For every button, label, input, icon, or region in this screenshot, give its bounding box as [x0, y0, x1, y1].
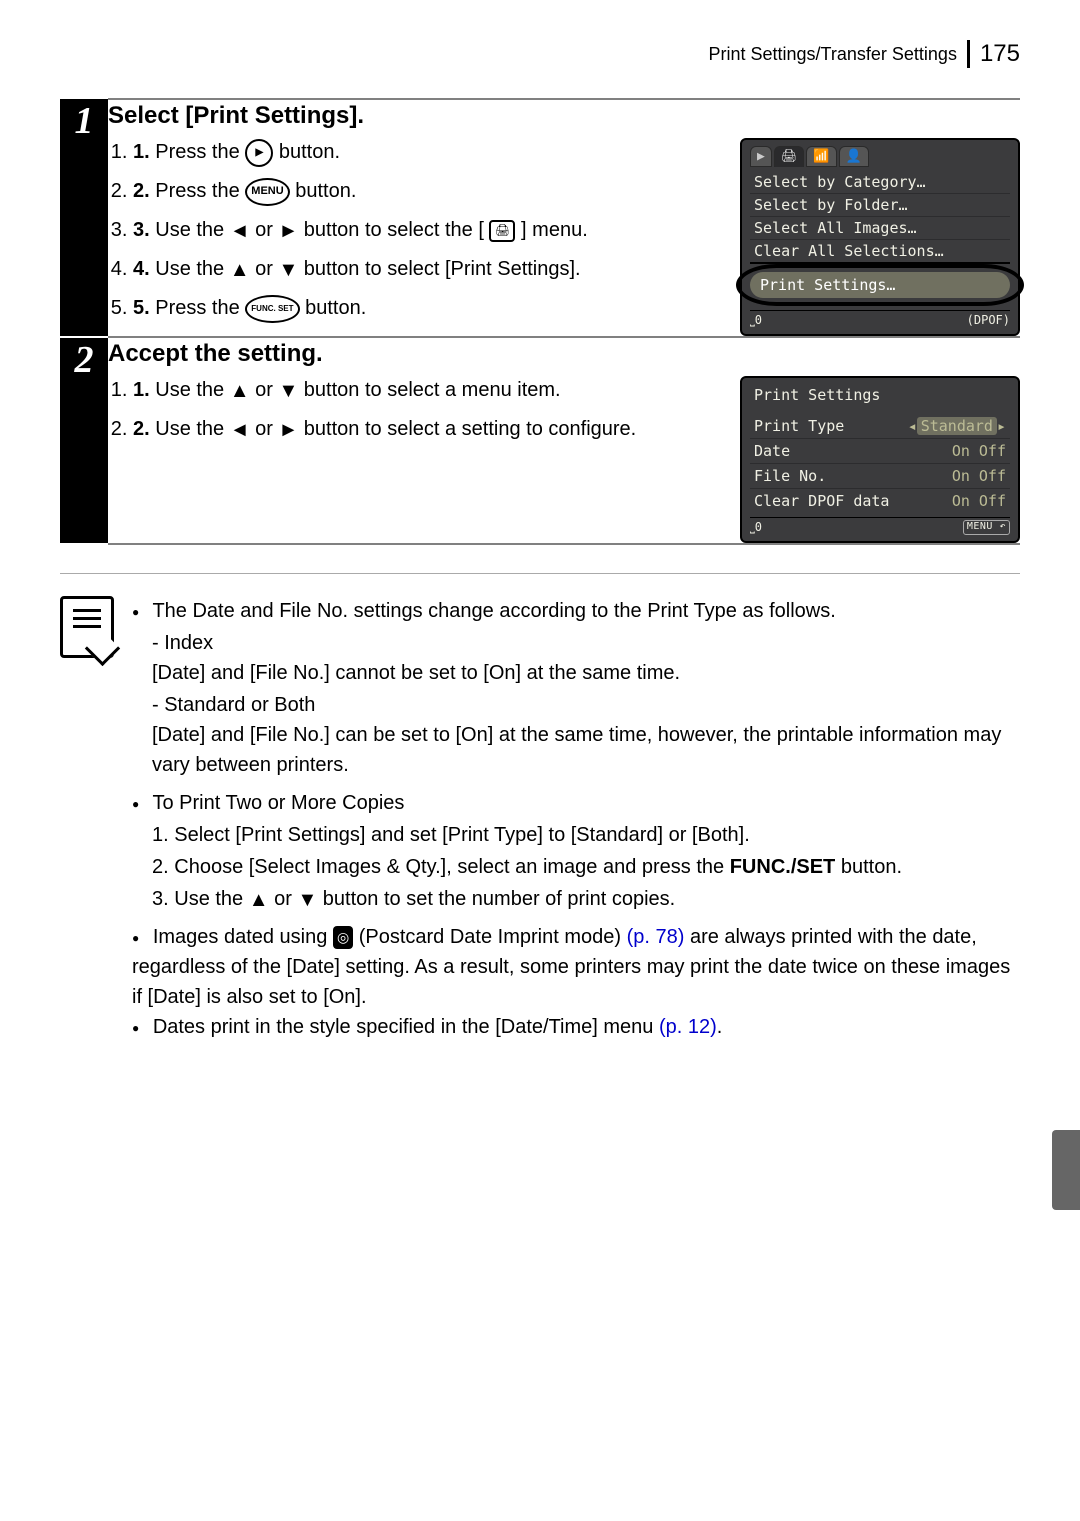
print-menu-icon [489, 220, 515, 242]
divider [60, 573, 1020, 574]
cam-tab-playback: ▶ [750, 146, 772, 167]
arrow-up-icon: ▲ [249, 890, 269, 910]
side-thumb-tab [1052, 1130, 1080, 1210]
steps-table: 1 Select [Print Settings]. 1. Press the … [60, 98, 1020, 545]
page-number: 175 [967, 40, 1020, 68]
menu-back-icon: MENU ↶ [963, 520, 1010, 535]
step-2-title: Accept the setting. [108, 340, 1020, 368]
arrow-down-icon: ▼ [297, 890, 317, 910]
arrow-down-icon: ▼ [278, 381, 298, 401]
arrow-up-icon: ▲ [230, 260, 250, 280]
cam-tab-print: 🖨 [774, 146, 805, 167]
arrow-down-icon: ▼ [278, 260, 298, 280]
page-ref-12[interactable]: (p. 12) [659, 1016, 717, 1038]
step-number-1: 1 [60, 99, 108, 337]
arrow-up-icon: ▲ [230, 381, 250, 401]
arrow-left-icon: ◄ [230, 221, 250, 241]
postcard-mode-icon: ◎ [333, 926, 353, 949]
menu-button-icon: MENU [245, 178, 289, 206]
cam-tab-transfer: 📶 [806, 146, 836, 167]
playback-icon [245, 139, 273, 167]
cam-tab-user: 👤 [839, 146, 869, 167]
notes-icon [60, 596, 114, 658]
camera-screen-1: ▶ 🖨 📶 👤 Select by Category… Select by Fo… [740, 138, 1020, 336]
step-1-title: Select [Print Settings]. [108, 102, 1020, 130]
header-section: Print Settings/Transfer Settings [709, 44, 957, 65]
step-1-instructions: 1. Press the button. 2. Press the MENU b… [108, 138, 722, 336]
camera-screen-2: Print Settings Print Type ◂Standard▸ Dat… [740, 376, 1020, 543]
arrow-right-icon: ► [278, 420, 298, 440]
func-set-icon: FUNC. SET [245, 295, 299, 323]
page-ref-78[interactable]: (p. 78) [627, 926, 685, 948]
step-2-instructions: 1. Use the ▲ or ▼ button to select a men… [108, 376, 722, 543]
arrow-left-icon: ◄ [230, 420, 250, 440]
highlighted-menu-item: Print Settings… [750, 272, 1010, 298]
step-number-2: 2 [60, 337, 108, 544]
notes-section: The Date and File No. settings change ac… [60, 596, 1020, 1042]
page-header: Print Settings/Transfer Settings 175 [60, 40, 1020, 68]
arrow-right-icon: ► [278, 221, 298, 241]
